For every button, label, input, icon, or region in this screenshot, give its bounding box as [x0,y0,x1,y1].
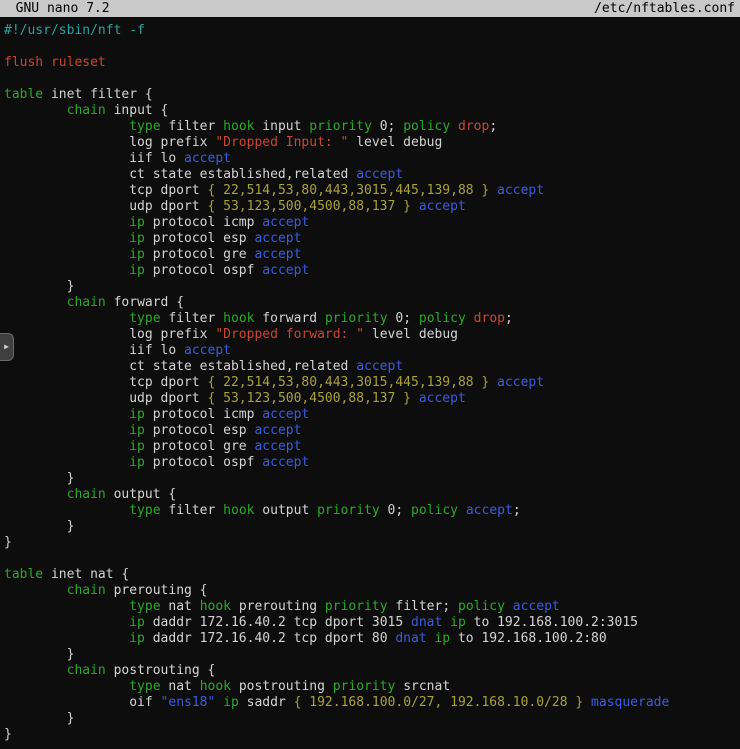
code-line: ip protocol ospf accept [4,263,740,279]
code-line: } [4,279,740,295]
code-line: ip protocol gre accept [4,439,740,455]
nano-titlebar: GNU nano 7.2 /etc/nftables.conf [0,0,740,17]
code-line: chain input { [4,103,740,119]
code-line: udp dport { 53,123,500,4500,88,137 } acc… [4,199,740,215]
code-line: ct state established,related accept [4,167,740,183]
code-line: chain forward { [4,295,740,311]
code-line: } [4,471,740,487]
code-line: ip protocol icmp accept [4,407,740,423]
code-line: iif lo accept [4,343,740,359]
code-line: flush ruleset [4,55,740,71]
code-line: ct state established,related accept [4,359,740,375]
code-line: table inet filter { [4,87,740,103]
code-line: ip protocol esp accept [4,423,740,439]
code-line: udp dport { 53,123,500,4500,88,137 } acc… [4,391,740,407]
code-line: table inet nat { [4,567,740,583]
code-line: oif "ens18" ip saddr { 192.168.100.0/27,… [4,695,740,711]
open-file-path: /etc/nftables.conf [594,1,735,17]
code-line: } [4,647,740,663]
nano-version-label: GNU nano 7.2 [0,1,110,17]
code-line: ip protocol gre accept [4,247,740,263]
code-line: type nat hook prerouting priority filter… [4,599,740,615]
code-line: iif lo accept [4,151,740,167]
code-line [4,39,740,55]
code-line: ip protocol ospf accept [4,455,740,471]
code-line: ip protocol icmp accept [4,215,740,231]
code-line [4,71,740,87]
code-line: ip protocol esp accept [4,231,740,247]
code-line: type filter hook input priority 0; polic… [4,119,740,135]
code-line: chain prerouting { [4,583,740,599]
code-line: ip daddr 172.16.40.2 tcp dport 80 dnat i… [4,631,740,647]
code-line: ip daddr 172.16.40.2 tcp dport 3015 dnat… [4,615,740,631]
code-line: type filter hook forward priority 0; pol… [4,311,740,327]
code-line: } [4,519,740,535]
code-line: type filter hook output priority 0; poli… [4,503,740,519]
code-line: tcp dport { 22,514,53,80,443,3015,445,13… [4,375,740,391]
code-line [4,551,740,567]
code-line: chain output { [4,487,740,503]
chevron-right-icon: ▶ [4,339,9,355]
editor-buffer[interactable]: #!/usr/sbin/nft -f flush ruleset table i… [0,17,740,743]
code-line: } [4,535,740,551]
code-line: chain postrouting { [4,663,740,679]
code-line: log prefix "Dropped Input: " level debug [4,135,740,151]
code-line: log prefix "Dropped forward: " level deb… [4,327,740,343]
side-panel-handle[interactable]: ▶ [0,333,14,361]
code-line: #!/usr/sbin/nft -f [4,23,740,39]
code-line: type nat hook postrouting priority srcna… [4,679,740,695]
code-line: tcp dport { 22,514,53,80,443,3015,445,13… [4,183,740,199]
code-line: } [4,727,740,743]
code-line: } [4,711,740,727]
